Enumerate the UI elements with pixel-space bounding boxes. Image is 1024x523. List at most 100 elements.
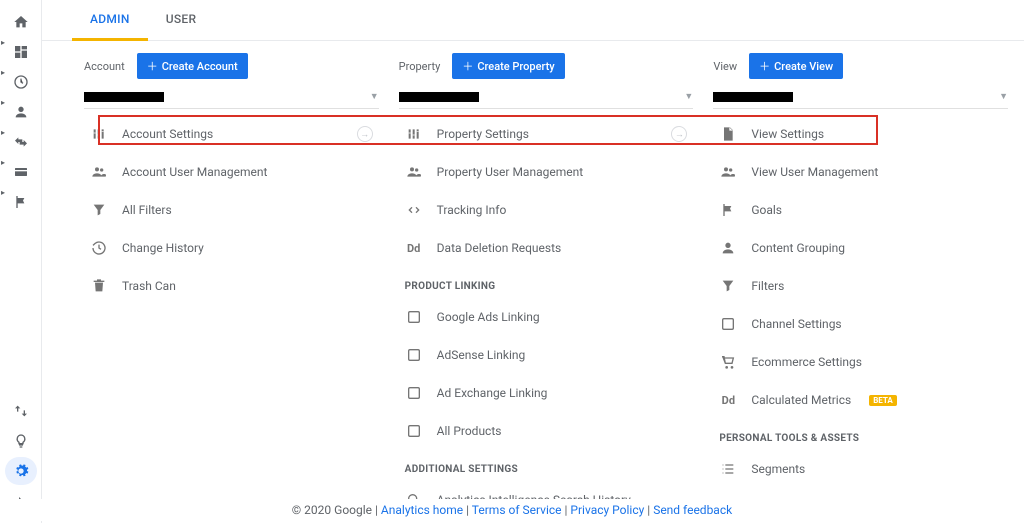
create-view-button[interactable]: ＋Create View bbox=[749, 53, 843, 79]
home-icon[interactable] bbox=[5, 8, 37, 36]
exchange-icon bbox=[405, 384, 423, 402]
view-label: View bbox=[713, 60, 737, 73]
property-linking-item-label: Ad Exchange Linking bbox=[437, 386, 548, 400]
account-item[interactable]: Trash Can bbox=[84, 267, 379, 305]
users-icon bbox=[90, 163, 108, 181]
group-icon bbox=[719, 239, 737, 257]
property-linking-item[interactable]: All Products bbox=[399, 412, 694, 450]
view-item[interactable]: Filters bbox=[713, 267, 1008, 305]
account-item-label: Trash Can bbox=[122, 279, 176, 293]
view-item[interactable]: Goals bbox=[713, 191, 1008, 229]
view-item[interactable]: View User Management bbox=[713, 153, 1008, 191]
view-selector[interactable]: ▼ bbox=[713, 87, 1008, 109]
filter-icon bbox=[90, 201, 108, 219]
audience-icon[interactable] bbox=[5, 98, 37, 126]
view-column: View ＋Create View ▼ View Settings View Us… bbox=[713, 53, 1008, 523]
history-icon bbox=[90, 239, 108, 257]
behavior-icon[interactable] bbox=[5, 158, 37, 186]
trash-icon bbox=[90, 277, 108, 295]
additional-settings-header: ADDITIONAL SETTINGS bbox=[399, 450, 694, 481]
view-item-label: Channel Settings bbox=[751, 317, 841, 331]
property-item[interactable]: Dd Data Deletion Requests bbox=[399, 229, 694, 267]
ads-icon bbox=[405, 308, 423, 326]
view-item[interactable]: Channel Settings bbox=[713, 305, 1008, 343]
product-linking-header: PRODUCT LINKING bbox=[399, 267, 694, 298]
attribution-icon[interactable] bbox=[5, 397, 37, 425]
property-linking-item[interactable]: Google Ads Linking bbox=[399, 298, 694, 336]
view-item-label: View User Management bbox=[751, 165, 878, 179]
code-icon bbox=[405, 201, 423, 219]
page-icon bbox=[719, 125, 737, 143]
view-personal-item[interactable]: Segments bbox=[713, 450, 1008, 488]
top-tabs: ADMIN USER bbox=[42, 0, 1024, 41]
property-linking-item[interactable]: Ad Exchange Linking bbox=[399, 374, 694, 412]
view-item-label: Goals bbox=[751, 203, 782, 217]
tab-user[interactable]: USER bbox=[148, 0, 215, 40]
flag-icon bbox=[719, 201, 737, 219]
property-column: Property ＋Create Property ▼ Property Set… bbox=[399, 53, 694, 523]
cart-icon bbox=[719, 353, 737, 371]
discover-icon[interactable] bbox=[5, 427, 37, 455]
view-item-label: Filters bbox=[751, 279, 784, 293]
account-item[interactable]: Account User Management bbox=[84, 153, 379, 191]
beta-badge: BETA bbox=[869, 395, 897, 406]
view-item[interactable]: View Settings bbox=[713, 115, 1008, 153]
account-item[interactable]: Change History bbox=[84, 229, 379, 267]
dashboard-icon[interactable] bbox=[5, 38, 37, 66]
account-item-label: Account Settings bbox=[122, 127, 213, 141]
property-selector[interactable]: ▼ bbox=[399, 87, 694, 109]
property-linking-item-label: Google Ads Linking bbox=[437, 310, 540, 324]
view-item-label: Calculated Metrics bbox=[751, 393, 851, 407]
property-item-label: Data Deletion Requests bbox=[437, 241, 562, 255]
account-item[interactable]: All Filters bbox=[84, 191, 379, 229]
settings-bars-icon bbox=[405, 125, 423, 143]
adsense-icon bbox=[405, 346, 423, 364]
transfer-arrow-icon[interactable]: → bbox=[357, 126, 373, 142]
conversions-icon[interactable] bbox=[5, 188, 37, 216]
footer-link[interactable]: Terms of Service bbox=[472, 503, 562, 517]
view-item[interactable]: Dd Calculated Metrics BETA bbox=[713, 381, 1008, 419]
account-selector[interactable]: ▼ bbox=[84, 87, 379, 109]
create-property-button[interactable]: ＋Create Property bbox=[452, 53, 564, 79]
view-item[interactable]: Content Grouping bbox=[713, 229, 1008, 267]
footer-link[interactable]: Privacy Policy bbox=[570, 503, 644, 517]
view-item-label: Content Grouping bbox=[751, 241, 845, 255]
admin-gear-icon[interactable] bbox=[5, 457, 37, 485]
view-item[interactable]: Ecommerce Settings bbox=[713, 343, 1008, 381]
property-item-label: Tracking Info bbox=[437, 203, 507, 217]
account-column: Account ＋Create Account ▼ Account Settin… bbox=[84, 53, 379, 523]
create-account-button[interactable]: ＋Create Account bbox=[137, 53, 248, 79]
property-item-label: Property User Management bbox=[437, 165, 583, 179]
account-item[interactable]: Account Settings → bbox=[84, 115, 379, 153]
property-linking-item-label: AdSense Linking bbox=[437, 348, 526, 362]
users-icon bbox=[719, 163, 737, 181]
property-label: Property bbox=[399, 60, 441, 73]
segments-icon bbox=[719, 460, 737, 478]
view-personal-item-label: Segments bbox=[751, 462, 805, 476]
footer: © 2020 Google | Analytics home | Terms o… bbox=[0, 499, 1024, 521]
property-item[interactable]: Tracking Info bbox=[399, 191, 694, 229]
dd-icon: Dd bbox=[405, 239, 423, 257]
realtime-icon[interactable] bbox=[5, 68, 37, 96]
left-nav: ▸ ▸ ▸ ▸ ▸ ▸ bbox=[0, 0, 42, 523]
transfer-arrow-icon[interactable]: → bbox=[671, 126, 687, 142]
dd-icon: Dd bbox=[719, 391, 737, 409]
acquisition-icon[interactable] bbox=[5, 128, 37, 156]
allproducts-icon bbox=[405, 422, 423, 440]
users-icon bbox=[405, 163, 423, 181]
settings-bars-icon bbox=[90, 125, 108, 143]
property-linking-item[interactable]: AdSense Linking bbox=[399, 336, 694, 374]
filter-icon bbox=[719, 277, 737, 295]
personal-tools-header: PERSONAL TOOLS & ASSETS bbox=[713, 419, 1008, 450]
property-item-label: Property Settings bbox=[437, 127, 529, 141]
property-item[interactable]: Property User Management bbox=[399, 153, 694, 191]
property-item[interactable]: Property Settings → bbox=[399, 115, 694, 153]
footer-link[interactable]: Analytics home bbox=[381, 503, 463, 517]
view-item-label: View Settings bbox=[751, 127, 824, 141]
tab-admin[interactable]: ADMIN bbox=[72, 0, 148, 41]
footer-link[interactable]: Send feedback bbox=[653, 503, 732, 517]
property-linking-item-label: All Products bbox=[437, 424, 502, 438]
account-item-label: All Filters bbox=[122, 203, 172, 217]
account-item-label: Account User Management bbox=[122, 165, 267, 179]
view-item-label: Ecommerce Settings bbox=[751, 355, 862, 369]
